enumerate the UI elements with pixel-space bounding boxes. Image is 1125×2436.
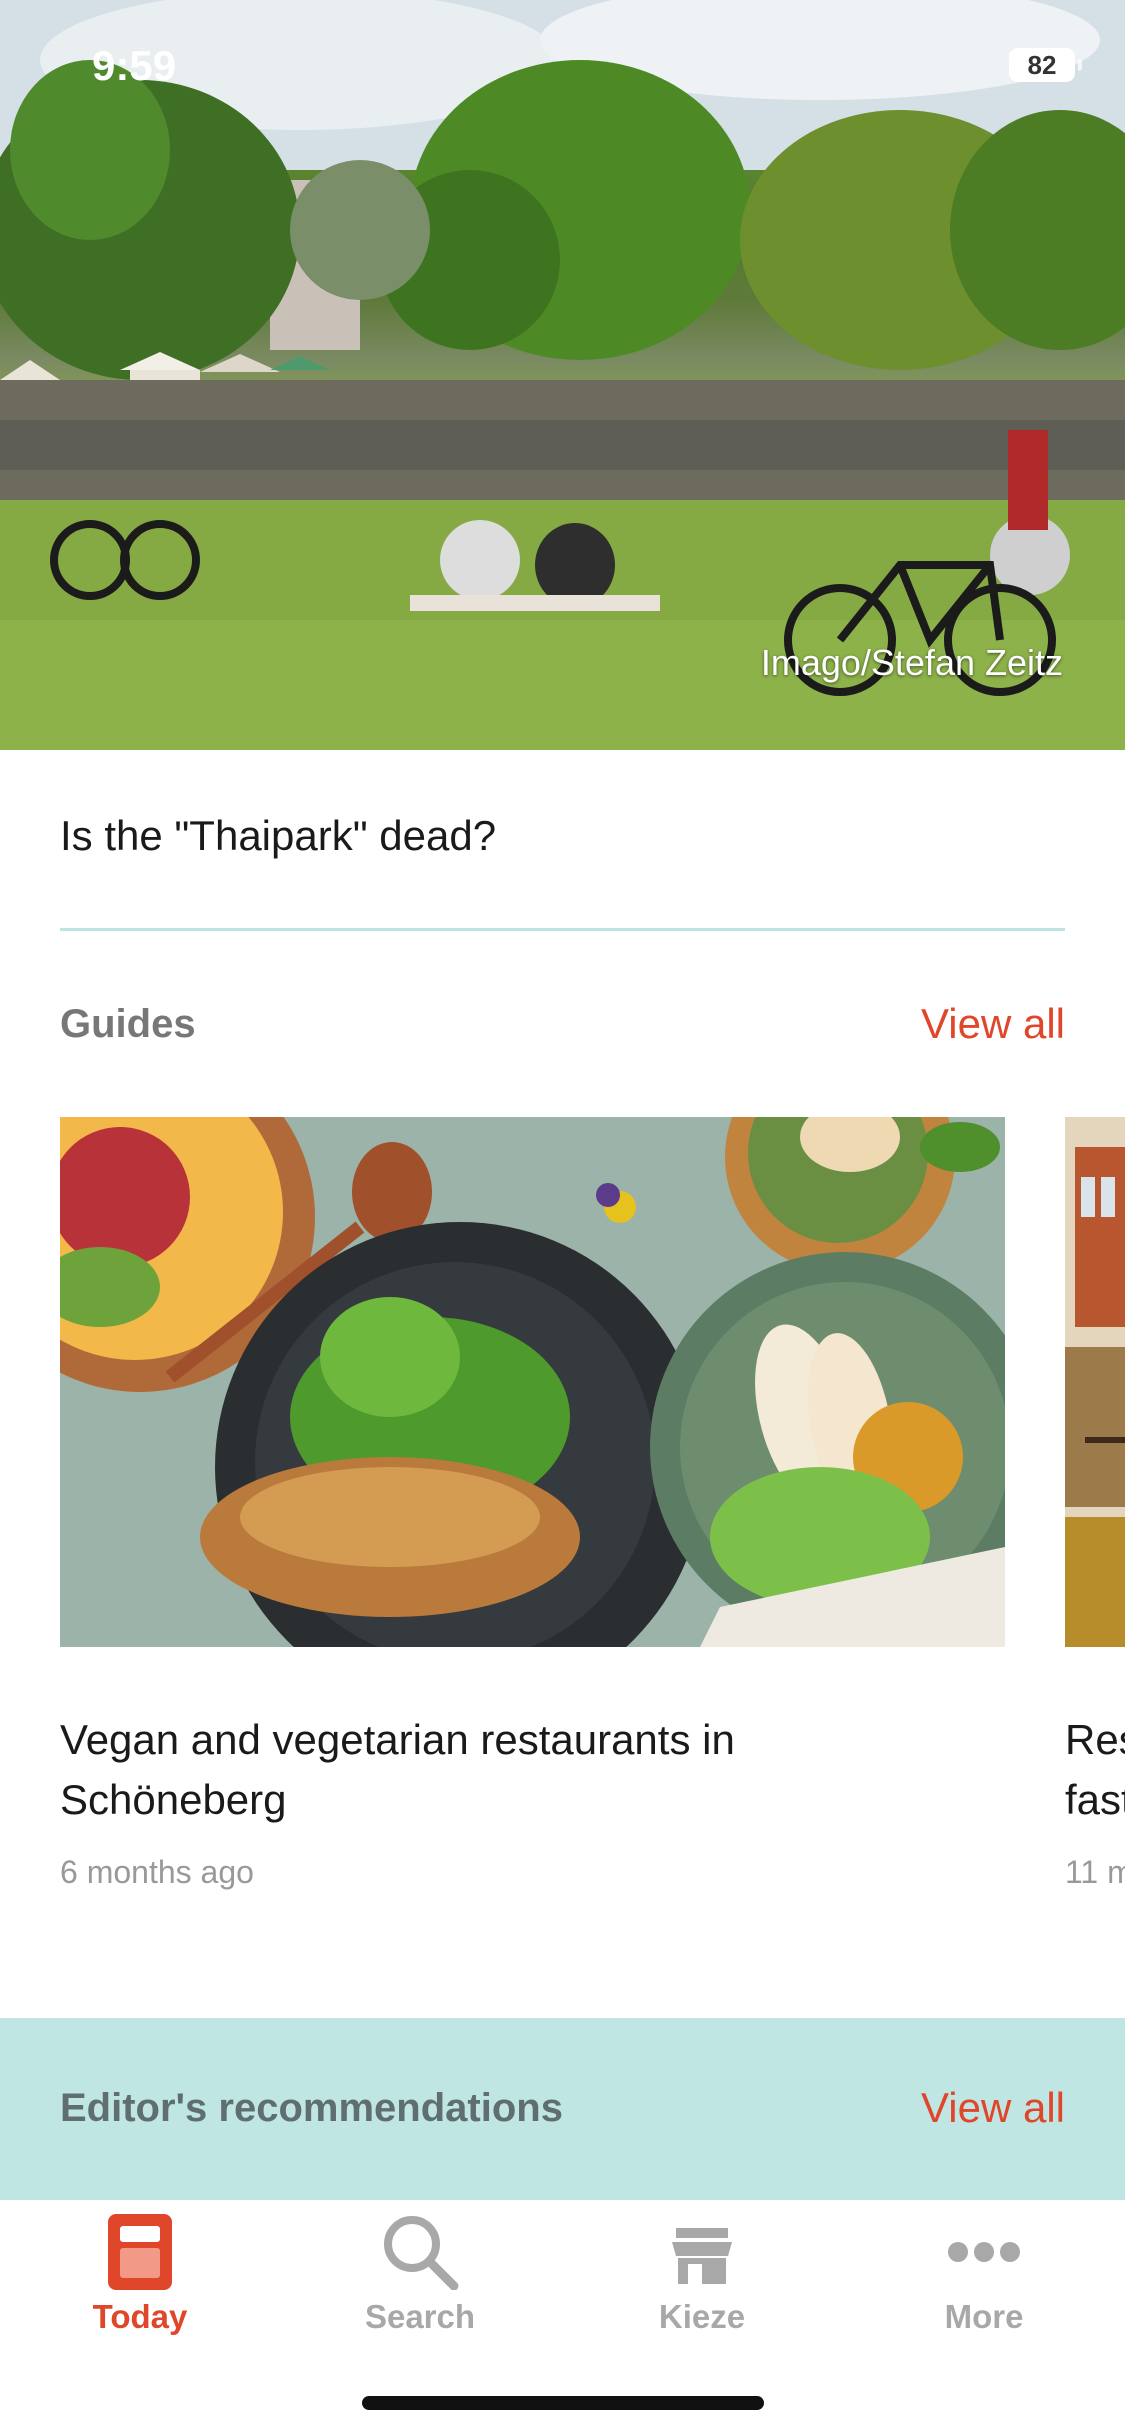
battery-icon: 82 [1009, 48, 1082, 82]
guide-card-title-line2: fast [1065, 1776, 1125, 1823]
food-photo [60, 1117, 1005, 1647]
tab-kieze-label: Kieze [658, 2298, 746, 2335]
more-dots-icon [948, 2242, 1020, 2262]
guide-card-title-line1: Vegan and vegetarian restaurants in [60, 1716, 735, 1763]
hero-image[interactable]: 9:59 82 Imago/Stefan Zeitz [0, 0, 1125, 750]
guide-card-title[interactable]: Vegan and vegetarian restaurants in Schö… [60, 1710, 1005, 1830]
tab-search-label: Search [364, 2298, 476, 2335]
park-photo [0, 0, 1125, 750]
guide-card-title-line1: Res [1065, 1716, 1125, 1763]
guide-card-image[interactable] [60, 1117, 1005, 1647]
photo-credit: Imago/Stefan Zeitz [760, 642, 1063, 683]
battery-level: 82 [1027, 49, 1057, 80]
tab-today[interactable]: Today [40, 2214, 240, 2336]
tab-more[interactable]: More [884, 2214, 1084, 2336]
guides-view-all-link[interactable]: View all [921, 1000, 1065, 1048]
article-title[interactable]: Is the "Thaipark" dead? [60, 812, 496, 860]
status-icons: 82 [1009, 48, 1082, 82]
status-time: 9:59 [92, 42, 177, 89]
guide-card-title-line2: Schöneberg [60, 1776, 287, 1823]
recommendations-title: Editor's recommendations [60, 2085, 563, 2130]
tab-kieze[interactable]: Kieze [602, 2214, 802, 2336]
newspaper-icon [108, 2214, 172, 2290]
home-indicator[interactable] [362, 2396, 764, 2410]
recommendations-header: Editor's recommendations View all [60, 2084, 1065, 2132]
restaurant-photo [1065, 1117, 1125, 1647]
tab-today-label: Today [92, 2298, 188, 2335]
guides-title: Guides [60, 1001, 196, 1046]
recommendations-view-all-link[interactable]: View all [921, 2084, 1065, 2132]
guide-card-title[interactable]: Res fast [1065, 1710, 1125, 1830]
tab-more-label: More [944, 2298, 1024, 2335]
storefront-icon [672, 2228, 732, 2284]
tab-search[interactable]: Search [320, 2214, 520, 2336]
guide-card-image[interactable] [1065, 1117, 1125, 1647]
guide-card-date: 11 m [1065, 1854, 1125, 1890]
search-icon [384, 2216, 459, 2290]
guide-card-date: 6 months ago [60, 1854, 254, 1890]
recommendations-section: Editor's recommendations View all [0, 2018, 1125, 2200]
guides-header: Guides View all [60, 1000, 1065, 1048]
section-divider [60, 928, 1065, 931]
